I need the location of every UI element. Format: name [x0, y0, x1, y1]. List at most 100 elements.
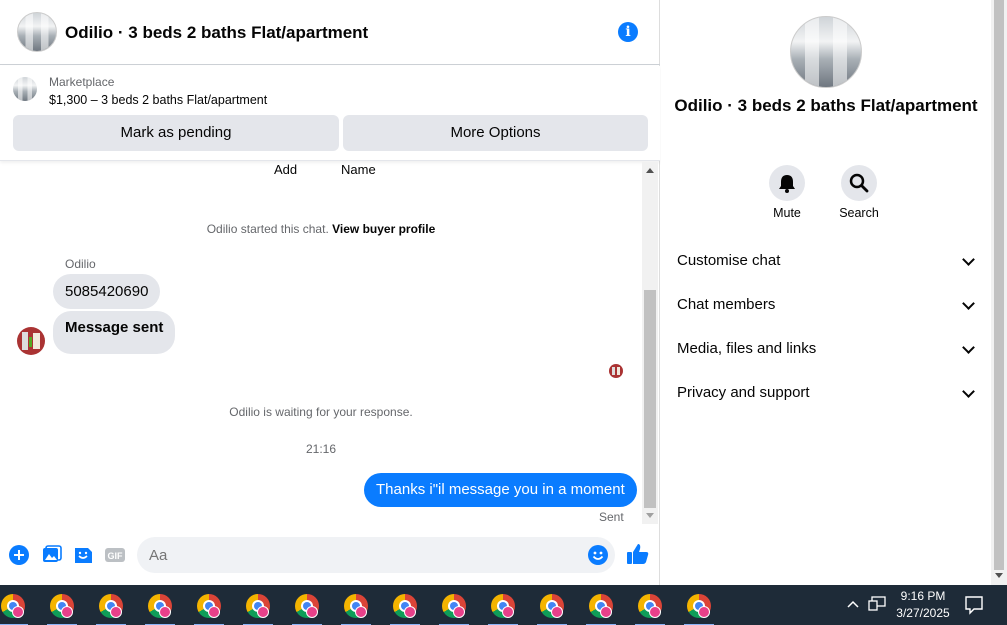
scrollbar-thumb[interactable]	[644, 290, 656, 508]
svg-text:GIF: GIF	[108, 551, 124, 561]
chevron-down-icon	[962, 253, 975, 266]
like-icon[interactable]	[626, 543, 650, 565]
chevron-down-icon	[962, 385, 975, 398]
scroll-up-arrow[interactable]	[646, 168, 654, 173]
marketplace-label: Marketplace	[49, 75, 115, 89]
chrome-taskbar-button[interactable]	[339, 591, 373, 625]
accordion-media-files-links[interactable]: Media, files and links	[677, 328, 977, 372]
chrome-taskbar-button[interactable]	[535, 591, 569, 625]
page-scrollbar[interactable]	[991, 0, 1007, 585]
profile-badge-icon	[12, 606, 24, 618]
message-input[interactable]	[137, 537, 615, 573]
profile-badge-icon	[404, 606, 416, 618]
chrome-taskbar-button[interactable]	[486, 591, 520, 625]
sender-avatar[interactable]	[17, 327, 45, 355]
chrome-taskbar-button[interactable]	[682, 591, 716, 625]
chrome-taskbar-button[interactable]	[45, 591, 79, 625]
profile-badge-icon	[355, 606, 367, 618]
chevron-down-icon	[962, 341, 975, 354]
notification-icon[interactable]	[964, 595, 984, 615]
mark-as-pending-button[interactable]: Mark as pending	[13, 115, 339, 151]
search-button[interactable]	[841, 165, 877, 201]
info-title: Odilio · 3 beds 2 baths Flat/apartment	[674, 96, 978, 115]
listing-thumbnail[interactable]	[17, 12, 57, 52]
profile-badge-icon	[61, 606, 73, 618]
message-bubble-sent[interactable]: Message sent	[53, 311, 176, 354]
more-options-button[interactable]: More Options	[343, 115, 648, 151]
chat-pane: Odilio · 3 beds 2 baths Flat/apartment i…	[0, 0, 660, 585]
chevron-up-icon[interactable]	[846, 598, 860, 610]
message-timestamp: 21:16	[305, 442, 337, 456]
chrome-taskbar-button[interactable]	[584, 591, 618, 625]
profile-badge-icon	[502, 606, 514, 618]
search-label: Search	[839, 206, 879, 220]
message-status: Sent	[599, 510, 624, 524]
page-scroll-down-arrow[interactable]	[995, 573, 1003, 578]
chevron-down-icon	[962, 297, 975, 310]
page-scrollbar-thumb[interactable]	[994, 0, 1004, 570]
accordion-label: Media, files and links	[677, 340, 817, 357]
app-root: Odilio · 3 beds 2 baths Flat/apartment i…	[0, 0, 1007, 625]
accordion-label: Chat members	[677, 296, 776, 313]
info-icon[interactable]: i	[618, 22, 638, 42]
chat-info-panel: Odilio · 3 beds 2 baths Flat/apartment M…	[661, 0, 991, 585]
profile-badge-icon	[698, 606, 710, 618]
read-receipt-avatar	[609, 364, 623, 378]
chat-title[interactable]: Odilio · 3 beds 2 baths Flat/apartment	[65, 23, 368, 43]
profile-badge-icon	[159, 606, 171, 618]
accordion-chat-members[interactable]: Chat members	[677, 284, 977, 328]
chat-header: Odilio · 3 beds 2 baths Flat/apartment i	[0, 0, 660, 65]
message-bubble-phone[interactable]: 5085420690	[53, 274, 161, 309]
accordion-privacy-support[interactable]: Privacy and support	[677, 372, 977, 416]
profile-badge-icon	[208, 606, 220, 618]
chrome-taskbar-button[interactable]	[290, 591, 324, 625]
chrome-taskbar-button[interactable]	[94, 591, 128, 625]
chat-started-text: Odilio started this chat.	[206, 222, 329, 236]
listing-price-title[interactable]: $1,300 – 3 beds 2 baths Flat/apartment	[49, 93, 267, 107]
accordion-customise-chat[interactable]: Customise chat	[677, 240, 977, 284]
listing-large-thumbnail[interactable]	[790, 16, 862, 88]
chrome-taskbar-button[interactable]	[0, 591, 30, 625]
chrome-taskbar-button[interactable]	[241, 591, 275, 625]
chrome-taskbar-button[interactable]	[192, 591, 226, 625]
clock-time: 9:16 PM	[900, 589, 946, 603]
waiting-notice: Odilio is waiting for your response.	[229, 405, 413, 419]
mute-label: Mute	[773, 206, 801, 220]
chrome-taskbar-button[interactable]	[633, 591, 667, 625]
add-label[interactable]: Add	[274, 162, 297, 177]
message-bubble-outgoing[interactable]: Thanks i"il message you in a moment	[364, 473, 637, 507]
listing-small-thumbnail[interactable]	[13, 77, 37, 101]
windows-taskbar: 9:16 PM 3/27/2025	[0, 585, 1007, 625]
profile-badge-icon	[551, 606, 563, 618]
name-label[interactable]: Name	[341, 162, 376, 177]
profile-badge-icon	[306, 606, 318, 618]
emoji-icon[interactable]	[588, 545, 608, 565]
image-icon[interactable]	[42, 545, 62, 565]
chrome-taskbar-button[interactable]	[143, 591, 177, 625]
accordion-label: Privacy and support	[677, 384, 810, 401]
gif-icon[interactable]: GIF	[104, 545, 126, 565]
message-scrollbar[interactable]	[642, 162, 658, 524]
search-icon	[849, 173, 869, 193]
taskbar-clock[interactable]: 9:16 PM 3/27/2025	[888, 588, 958, 622]
view-buyer-profile-link[interactable]: View buyer profile	[332, 222, 435, 236]
message-list[interactable]: Add Name Odilio started this chat. View …	[0, 162, 660, 526]
chat-started-notice: Odilio started this chat. View buyer pro…	[0, 222, 642, 236]
accordion-label: Customise chat	[677, 252, 781, 269]
profile-badge-icon	[110, 606, 122, 618]
profile-badge-icon	[453, 606, 465, 618]
sender-name: Odilio	[65, 257, 96, 271]
mute-button[interactable]	[769, 165, 805, 201]
plus-icon[interactable]	[9, 545, 29, 565]
scroll-down-arrow[interactable]	[646, 513, 654, 518]
profile-badge-icon	[600, 606, 612, 618]
listing-bar: Marketplace $1,300 – 3 beds 2 baths Flat…	[0, 66, 660, 161]
profile-badge-icon	[649, 606, 661, 618]
network-icon[interactable]	[868, 596, 886, 612]
sticker-icon[interactable]	[73, 545, 93, 565]
composer: GIF	[0, 533, 660, 578]
chrome-taskbar-button[interactable]	[437, 591, 471, 625]
profile-badge-icon	[257, 606, 269, 618]
chrome-taskbar-button[interactable]	[388, 591, 422, 625]
bell-icon	[779, 175, 795, 193]
